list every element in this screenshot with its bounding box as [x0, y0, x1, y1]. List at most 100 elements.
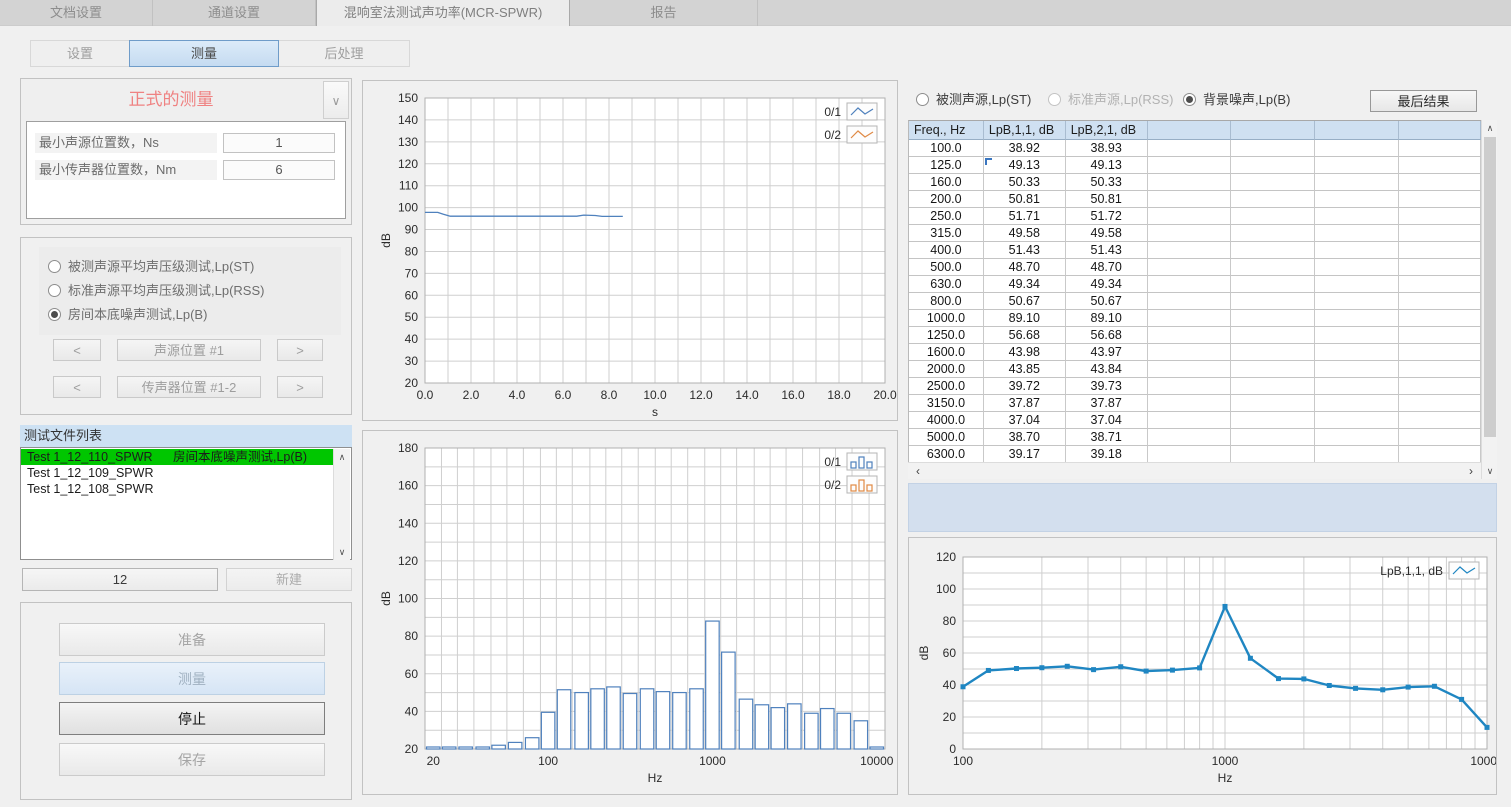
table-cell[interactable] [1148, 259, 1232, 276]
table-cell[interactable]: 48.70 [984, 259, 1066, 276]
file-list-item[interactable]: Test 1_12_108_SPWR [21, 481, 334, 497]
scroll-down-icon[interactable]: ∨ [334, 544, 350, 560]
table-cell[interactable] [1399, 259, 1481, 276]
table-cell[interactable] [1315, 361, 1399, 378]
table-cell[interactable]: 39.17 [984, 446, 1066, 463]
test-type-radio-3[interactable]: 房间本底噪声测试,Lp(B) [48, 306, 207, 324]
table-cell[interactable]: 56.68 [984, 327, 1066, 344]
main-tab-2[interactable]: 通道设置 [153, 0, 316, 26]
table-cell[interactable]: 50.81 [1066, 191, 1148, 208]
table-cell[interactable]: 37.87 [984, 395, 1066, 412]
table-cell[interactable]: 1250.0 [909, 327, 984, 344]
table-cell[interactable]: 43.97 [1066, 344, 1148, 361]
table-cell[interactable] [1399, 327, 1481, 344]
table-cell[interactable] [1231, 395, 1315, 412]
table-cell[interactable] [1315, 395, 1399, 412]
table-cell[interactable] [1231, 446, 1315, 463]
main-tab-1[interactable]: 文档设置 [0, 0, 153, 26]
table-cell[interactable] [1148, 395, 1232, 412]
file-counter-button[interactable]: 12 [22, 568, 218, 591]
table-cell[interactable]: 89.10 [1066, 310, 1148, 327]
test-type-radio-2[interactable]: 标准声源平均声压级测试,Lp(RSS) [48, 282, 264, 300]
min-source-positions-value[interactable]: 1 [223, 133, 335, 153]
table-cell[interactable] [1399, 242, 1481, 259]
table-cell[interactable]: 3150.0 [909, 395, 984, 412]
table-cell[interactable] [1148, 446, 1232, 463]
table-cell[interactable]: 630.0 [909, 276, 984, 293]
measurement-mode-dropdown[interactable]: 正式的测量 ∨ [21, 79, 351, 121]
table-cell[interactable] [1231, 242, 1315, 259]
table-cell[interactable]: 38.70 [984, 429, 1066, 446]
table-cell[interactable]: 39.18 [1066, 446, 1148, 463]
table-cell[interactable]: 200.0 [909, 191, 984, 208]
table-cell[interactable] [1399, 140, 1481, 157]
table-cell[interactable]: 5000.0 [909, 429, 984, 446]
prepare-button[interactable]: 准备 [59, 623, 325, 656]
table-cell[interactable] [1315, 191, 1399, 208]
table-cell[interactable] [1315, 378, 1399, 395]
table-cell[interactable] [1315, 208, 1399, 225]
table-cell[interactable]: 800.0 [909, 293, 984, 310]
table-cell[interactable] [1148, 310, 1232, 327]
table-cell[interactable] [1148, 378, 1232, 395]
table-cell[interactable] [1231, 361, 1315, 378]
mic-position-next-button[interactable]: > [277, 376, 323, 398]
main-tab-4[interactable]: 报告 [570, 0, 758, 26]
source-position-next-button[interactable]: > [277, 339, 323, 361]
table-cell[interactable] [1148, 276, 1232, 293]
table-cell[interactable]: 2500.0 [909, 378, 984, 395]
view-radio-1[interactable]: 被测声源,Lp(ST) [916, 91, 1031, 109]
table-cell[interactable]: 37.04 [984, 412, 1066, 429]
table-cell[interactable]: 49.58 [984, 225, 1066, 242]
table-cell[interactable]: 37.04 [1066, 412, 1148, 429]
table-cell[interactable]: 50.33 [1066, 174, 1148, 191]
table-cell[interactable] [1315, 276, 1399, 293]
table-cell[interactable] [1315, 446, 1399, 463]
table-cell[interactable] [1399, 276, 1481, 293]
table-cell[interactable]: 315.0 [909, 225, 984, 242]
source-position-button[interactable]: 声源位置 #1 [117, 339, 261, 361]
table-cell[interactable] [1315, 412, 1399, 429]
table-cell[interactable] [1231, 276, 1315, 293]
table-cell[interactable] [1231, 293, 1315, 310]
table-cell[interactable]: 400.0 [909, 242, 984, 259]
table-cell[interactable] [1148, 412, 1232, 429]
scrollbar-thumb[interactable] [1484, 137, 1496, 437]
table-cell[interactable] [1148, 344, 1232, 361]
table-cell[interactable]: 50.81 [984, 191, 1066, 208]
sub-tab-2[interactable]: 测量 [129, 40, 279, 67]
table-cell[interactable]: 48.70 [1066, 259, 1148, 276]
file-list-item[interactable]: Test 1_12_109_SPWR [21, 465, 334, 481]
table-cell[interactable] [1148, 157, 1232, 174]
save-button[interactable]: 保存 [59, 743, 325, 776]
table-cell[interactable]: 89.10 [984, 310, 1066, 327]
table-cell[interactable] [1315, 242, 1399, 259]
file-list-scrollbar[interactable]: ∧ ∨ [333, 449, 350, 560]
main-tab-3[interactable]: 混响室法测试声功率(MCR-SPWR) [316, 0, 570, 26]
source-position-prev-button[interactable]: < [53, 339, 101, 361]
table-cell[interactable] [1148, 191, 1232, 208]
table-cell[interactable] [1399, 208, 1481, 225]
table-cell[interactable]: 39.73 [1066, 378, 1148, 395]
table-cell[interactable] [1231, 208, 1315, 225]
table-cell[interactable] [1399, 310, 1481, 327]
table-cell[interactable] [1399, 174, 1481, 191]
table-cell[interactable]: 49.34 [984, 276, 1066, 293]
table-cell[interactable] [1315, 157, 1399, 174]
view-radio-2[interactable]: 标准声源,Lp(RSS) [1048, 91, 1173, 109]
table-cell[interactable] [1399, 361, 1481, 378]
last-result-button[interactable]: 最后结果 [1370, 90, 1477, 112]
table-cell[interactable] [1315, 225, 1399, 242]
table-cell[interactable]: 4000.0 [909, 412, 984, 429]
table-cell[interactable]: 38.71 [1066, 429, 1148, 446]
table-cell[interactable] [1148, 242, 1232, 259]
new-file-button[interactable]: 新建 [226, 568, 352, 591]
table-cell[interactable]: 1000.0 [909, 310, 984, 327]
table-cell[interactable] [1231, 174, 1315, 191]
table-cell[interactable]: 38.92 [984, 140, 1066, 157]
table-cell[interactable] [1231, 429, 1315, 446]
min-mic-positions-value[interactable]: 6 [223, 160, 335, 180]
table-cell[interactable]: 39.72 [984, 378, 1066, 395]
table-cell[interactable] [1148, 429, 1232, 446]
table-cell[interactable] [1399, 293, 1481, 310]
